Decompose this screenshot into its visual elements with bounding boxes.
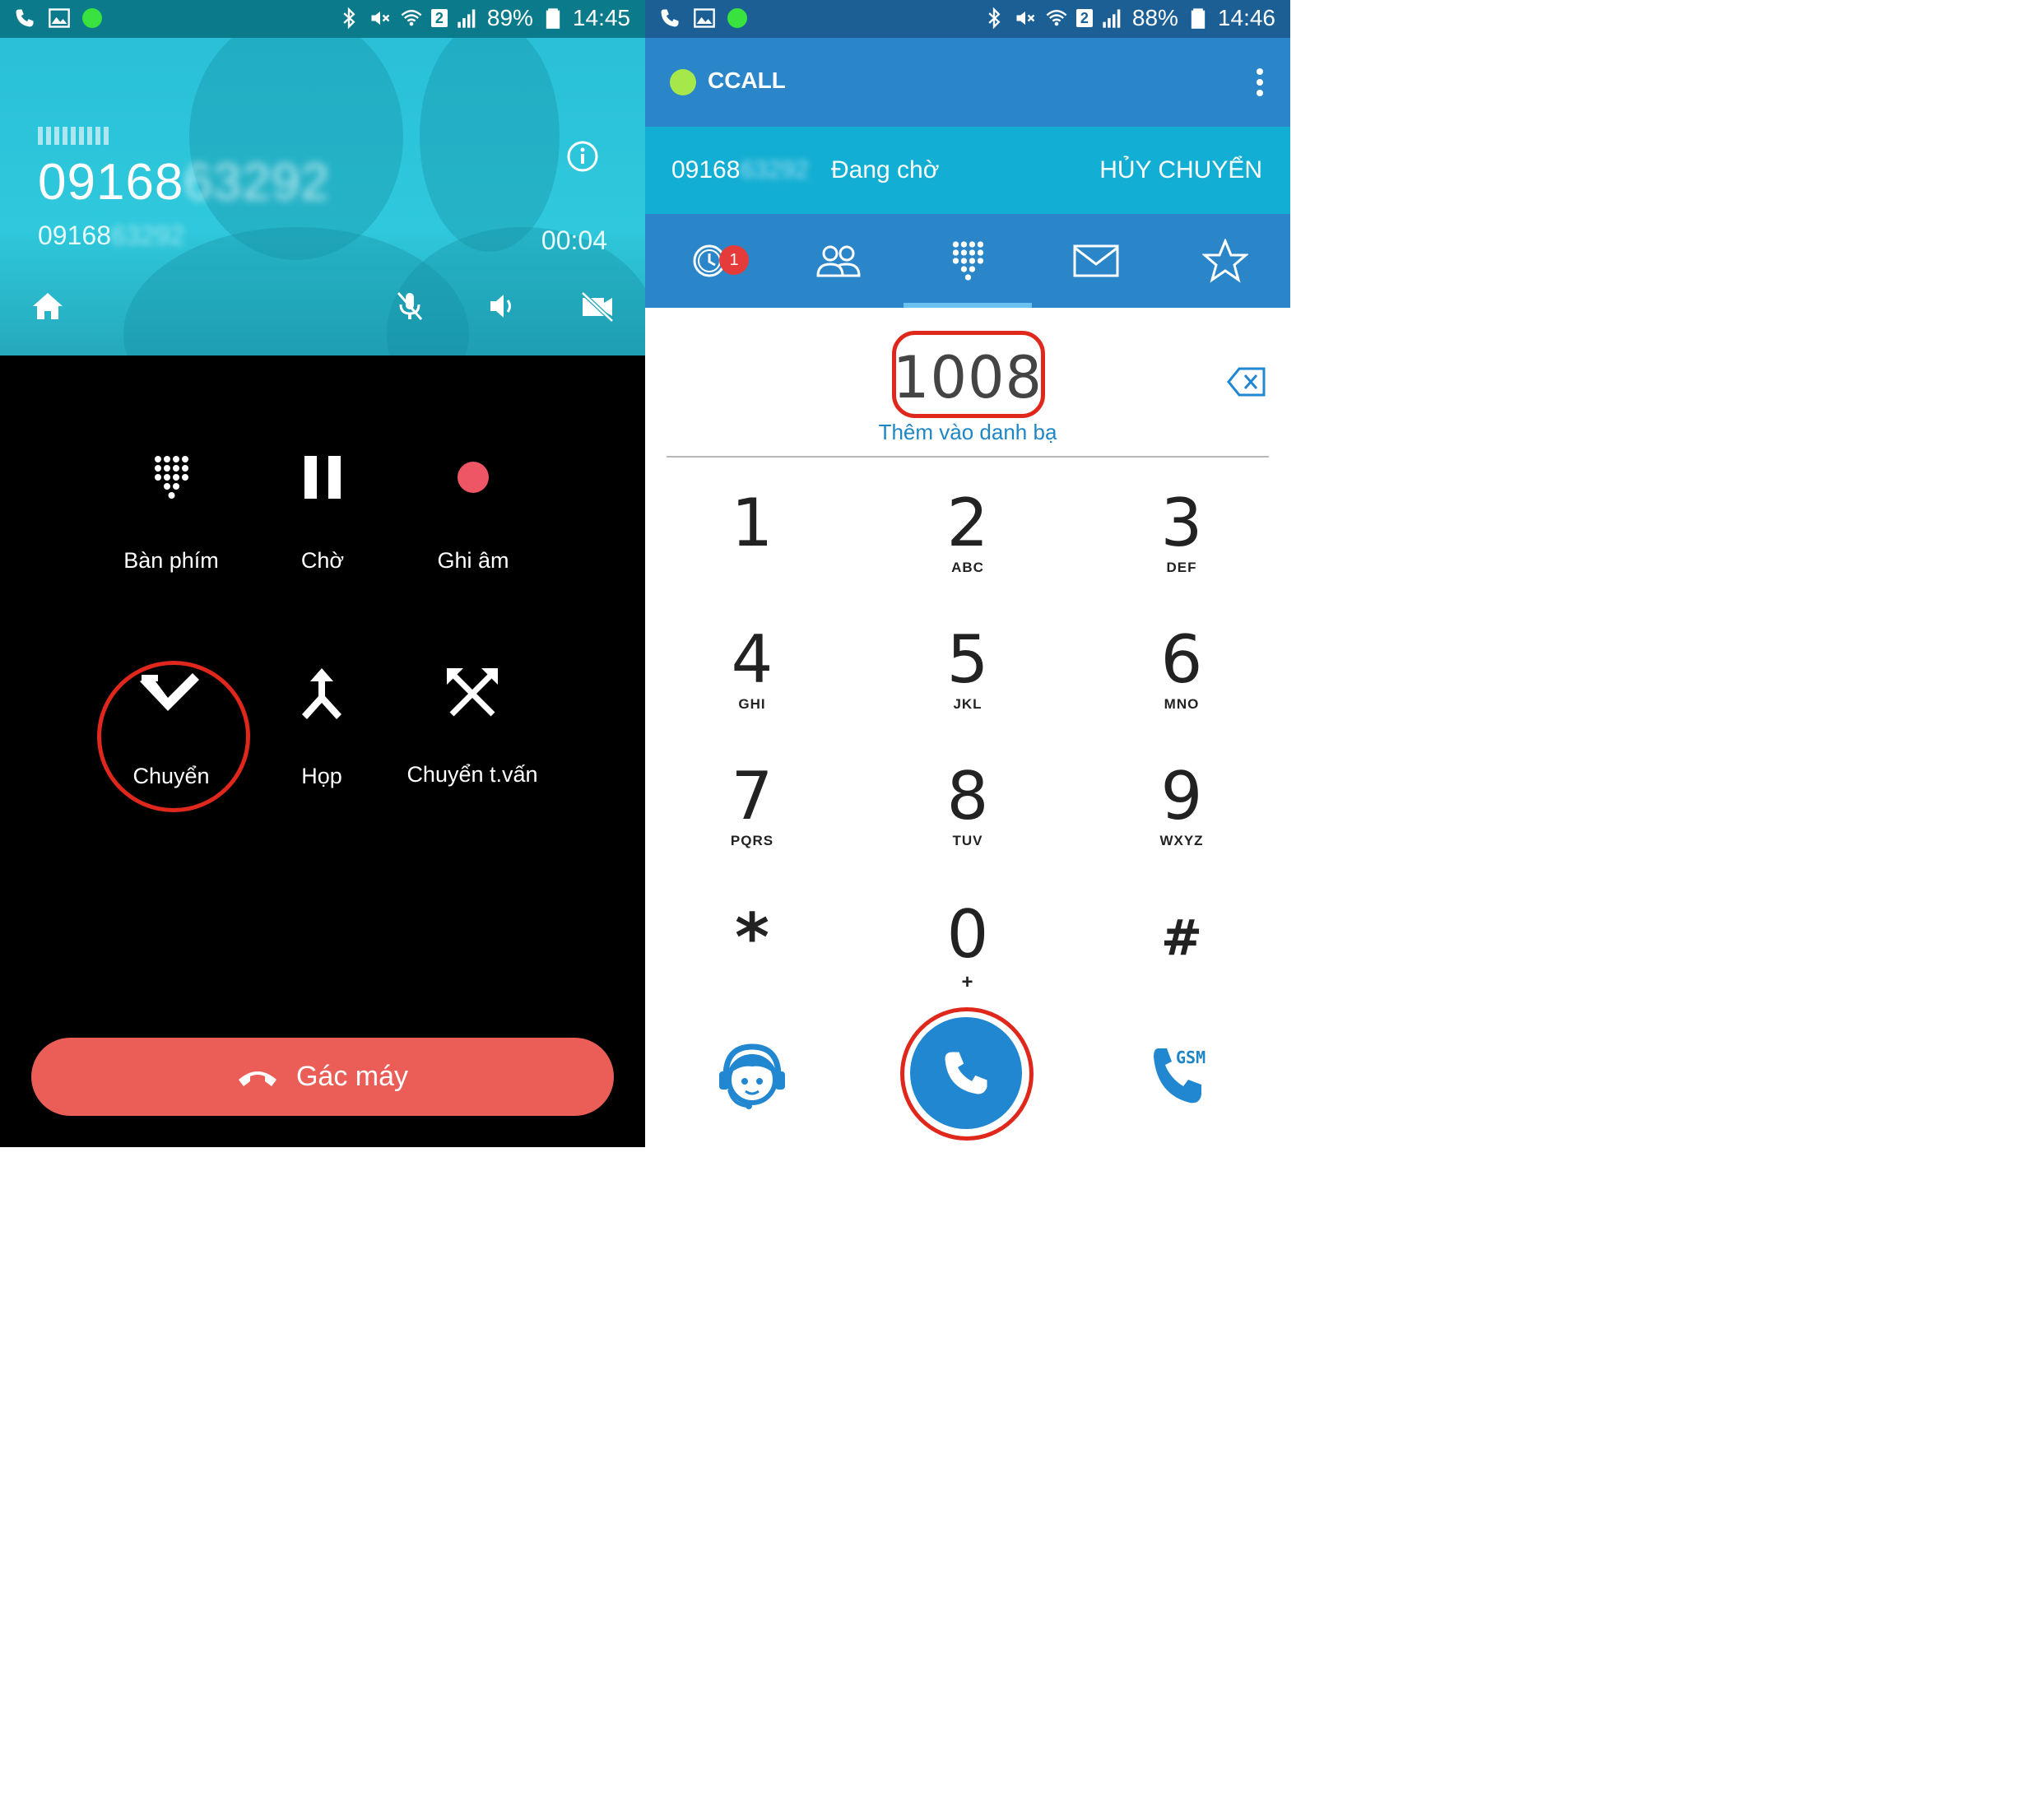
sim-badge: 2 xyxy=(430,9,448,27)
key-6[interactable]: 6 MNO xyxy=(1099,627,1264,713)
dialer-screen: 2 88% 14:46 CCALL 0916863292 Đang chờ HỦ… xyxy=(645,0,1290,1147)
transfer-status: Đang chờ xyxy=(831,156,940,184)
clock: 14:45 xyxy=(572,5,630,30)
key-hash[interactable]: # xyxy=(1099,905,1264,974)
record-icon xyxy=(458,462,489,493)
video-off-icon[interactable] xyxy=(579,288,616,324)
missed-calls-badge: 1 xyxy=(719,245,749,275)
number-highlight-box xyxy=(892,331,1045,418)
mic-muted-icon[interactable] xyxy=(392,288,428,324)
key-1[interactable]: 1 xyxy=(670,490,834,560)
conference-label: Họp xyxy=(301,764,342,788)
record-button[interactable]: Ghi âm xyxy=(391,454,555,574)
app-title: CCALL xyxy=(708,67,786,93)
key-9[interactable]: 9 WXYZ xyxy=(1099,764,1264,849)
divider xyxy=(667,456,1269,458)
speaker-icon[interactable] xyxy=(485,288,522,324)
avatar-silhouette xyxy=(420,38,560,252)
end-call-icon xyxy=(238,1071,276,1086)
transfer-number: 0916863292 xyxy=(671,156,809,184)
merge-icon xyxy=(302,668,341,719)
call-timer: 00:04 xyxy=(541,225,607,255)
screenshot-stage: 2 89% 14:45 0916863292 0916863292 00:04 xyxy=(0,0,1290,1147)
caller-number: 0916863292 xyxy=(38,154,330,211)
add-to-contacts-link[interactable]: Thêm vào danh bạ xyxy=(645,420,1290,445)
call-highlight-circle xyxy=(900,1007,1034,1141)
conference-button[interactable]: Họp xyxy=(239,667,404,789)
pause-icon xyxy=(304,456,341,499)
more-vert-icon[interactable] xyxy=(1256,67,1264,97)
key-7[interactable]: 7 PQRS xyxy=(670,764,834,849)
tab-dialpad[interactable] xyxy=(904,232,1032,290)
mute-status-icon xyxy=(371,11,390,26)
star-icon xyxy=(1202,239,1248,283)
consult-transfer-button[interactable]: Chuyển t.vấn xyxy=(390,667,555,788)
status-bar: 2 89% 14:45 xyxy=(0,0,645,38)
tab-bar: 1 xyxy=(645,214,1290,308)
active-tab-indicator xyxy=(904,303,1032,308)
bluetooth-icon xyxy=(988,7,1001,30)
clock: 14:46 xyxy=(1217,5,1275,30)
phone-status-icon xyxy=(661,9,679,27)
phone-status-icon xyxy=(16,9,34,27)
sim-badge: 2 xyxy=(1075,9,1093,27)
key-3[interactable]: 3 DEF xyxy=(1099,490,1264,576)
mail-icon xyxy=(1073,244,1119,277)
hangup-label: Gác máy xyxy=(295,1061,409,1092)
keypad-button[interactable]: Bàn phím xyxy=(89,454,253,574)
mute-status-icon xyxy=(1016,11,1035,26)
in-call-screen: 2 89% 14:45 0916863292 0916863292 00:04 xyxy=(0,0,645,1147)
record-label: Ghi âm xyxy=(437,548,509,573)
status-bar: 2 88% 14:46 xyxy=(645,0,1290,38)
signal-icon xyxy=(458,9,476,28)
call-header: 0916863292 0916863292 00:04 xyxy=(0,38,645,356)
key-0[interactable]: 0 + xyxy=(885,902,1050,994)
home-icon[interactable] xyxy=(30,288,66,324)
battery-icon xyxy=(1191,8,1205,29)
info-icon[interactable] xyxy=(566,140,599,173)
dialpad-icon xyxy=(155,456,188,499)
battery-icon xyxy=(546,8,560,29)
key-4[interactable]: 4 GHI xyxy=(670,627,834,713)
cancel-transfer-button[interactable]: HỦY CHUYỂN xyxy=(1099,156,1262,184)
redacted-digits: 63292 xyxy=(110,221,184,250)
app-bar: CCALL xyxy=(645,38,1290,127)
redacted-digits: 63292 xyxy=(740,156,809,184)
wifi-icon xyxy=(401,10,422,26)
wifi-icon xyxy=(1046,10,1067,26)
tab-messages[interactable] xyxy=(1032,232,1160,290)
gsm-label: GSM xyxy=(1176,1048,1206,1067)
tab-contacts[interactable] xyxy=(774,232,903,290)
registration-status-dot xyxy=(670,69,696,95)
signal-icon xyxy=(1103,9,1121,28)
call-quality-bars xyxy=(38,127,110,145)
key-star[interactable]: * xyxy=(670,905,834,974)
bluetooth-icon xyxy=(343,7,355,30)
battery-percent: 89% xyxy=(486,5,533,30)
transfer-status-bar: 0916863292 Đang chờ HỦY CHUYỂN xyxy=(645,127,1290,214)
keypad-label: Bàn phím xyxy=(123,548,219,573)
support-agent-icon[interactable] xyxy=(714,1039,790,1114)
backspace-icon[interactable] xyxy=(1226,365,1267,398)
tab-recent[interactable]: 1 xyxy=(645,232,773,290)
hold-label: Chờ xyxy=(300,548,345,573)
contacts-icon xyxy=(816,245,861,277)
key-8[interactable]: 8 TUV xyxy=(885,764,1050,849)
key-2[interactable]: 2 ABC xyxy=(885,490,1050,576)
key-5[interactable]: 5 JKL xyxy=(885,627,1050,713)
redacted-digits: 63292 xyxy=(183,154,330,211)
active-app-dot xyxy=(727,8,747,28)
consult-transfer-label: Chuyển t.vấn xyxy=(406,762,538,787)
hangup-button[interactable]: Gác máy xyxy=(31,1038,614,1116)
dialpad-icon xyxy=(952,241,984,281)
battery-percent: 88% xyxy=(1131,5,1178,30)
gallery-status-icon xyxy=(694,8,715,28)
caller-subtitle: 0916863292 xyxy=(38,221,184,250)
hold-button[interactable]: Chờ xyxy=(240,454,405,574)
active-app-dot xyxy=(82,8,102,28)
tab-favorites[interactable] xyxy=(1161,232,1289,290)
consult-transfer-icon xyxy=(447,668,498,717)
transfer-highlight-circle xyxy=(97,661,250,812)
gallery-status-icon xyxy=(49,8,70,28)
